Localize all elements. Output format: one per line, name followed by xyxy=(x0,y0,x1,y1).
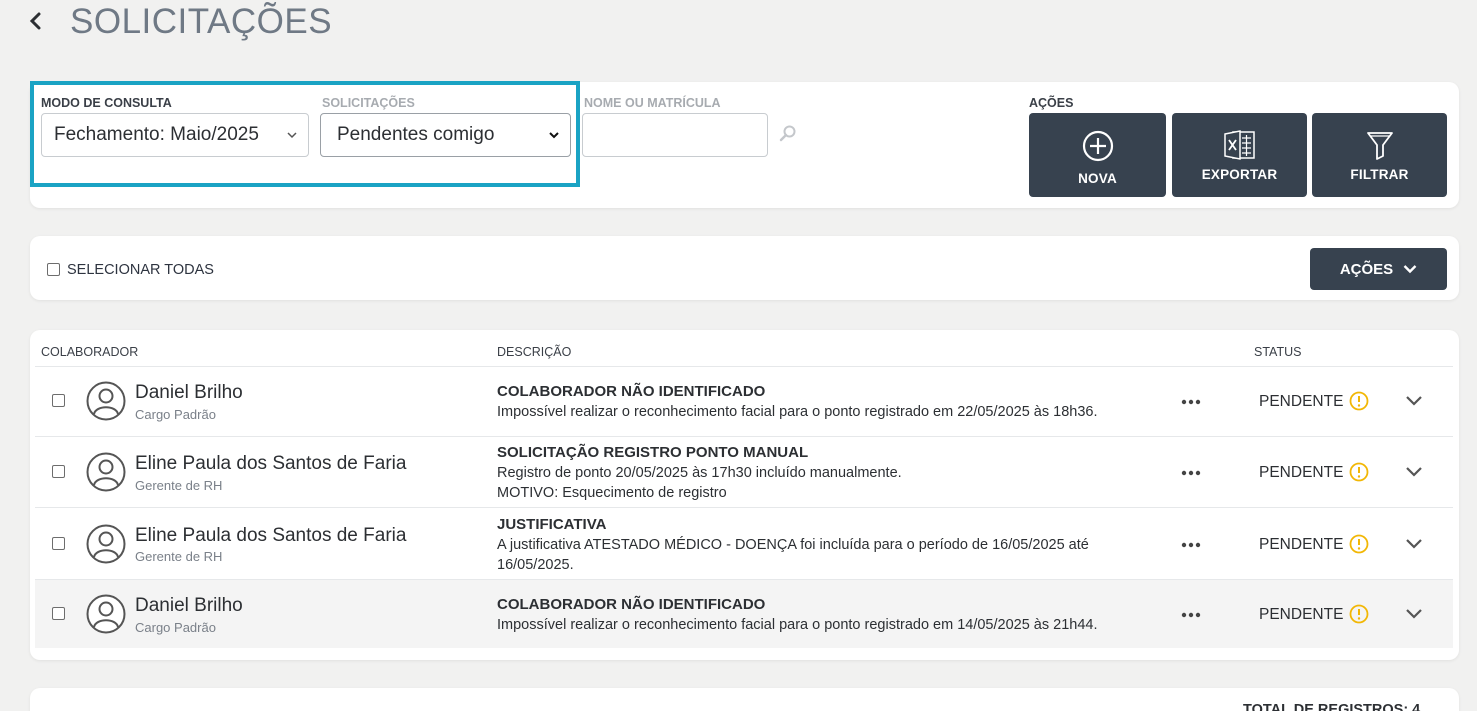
requests-select[interactable]: Pendentes comigo xyxy=(320,113,571,157)
actions-dropdown-label: AÇÕES xyxy=(1339,260,1394,278)
status-text: PENDENTE xyxy=(1259,536,1344,553)
requests-select-value: Pendentes comigo xyxy=(337,124,495,145)
request-description: A justificativa ATESTADO MÉDICO - DOENÇA… xyxy=(497,535,1147,575)
actions-label: AÇÕES xyxy=(1029,96,1074,110)
search-icon[interactable] xyxy=(779,124,797,142)
filter-button[interactable]: FILTRAR xyxy=(1312,113,1447,197)
request-title: SOLICITAÇÃO REGISTRO PONTO MANUAL xyxy=(497,444,809,461)
page-title: SOLICITAÇÕES xyxy=(70,2,333,41)
filter-button-label: FILTRAR xyxy=(1350,166,1409,182)
request-description: Impossível realizar o reconhecimento fac… xyxy=(497,402,1157,422)
employee-name: Eline Paula dos Santos de Faria xyxy=(135,525,407,546)
chevron-down-icon[interactable] xyxy=(1405,395,1423,407)
status-text: PENDENTE xyxy=(1259,464,1344,481)
warning-circle-icon xyxy=(1349,534,1369,554)
description-line: Impossível realizar o reconhecimento fac… xyxy=(497,404,1098,420)
chevron-down-icon[interactable] xyxy=(1405,538,1423,550)
request-description: Impossível realizar o reconhecimento fac… xyxy=(497,615,1157,635)
page-header: SOLICITAÇÕES xyxy=(0,0,1477,60)
mode-label: MODO DE CONSULTA xyxy=(41,96,172,110)
employee-role: Gerente de RH xyxy=(135,478,223,493)
table-row[interactable] xyxy=(35,579,1453,648)
employee-role: Cargo Padrão xyxy=(135,407,216,422)
column-header-status: STATUS xyxy=(1254,345,1302,359)
user-avatar-icon xyxy=(86,594,126,634)
column-header-employee: COLABORADOR xyxy=(41,345,139,359)
description-line: Registro de ponto 20/05/2025 às 17h30 in… xyxy=(497,465,902,481)
user-avatar-icon xyxy=(86,452,126,492)
warning-circle-icon xyxy=(1349,462,1369,482)
user-avatar-icon xyxy=(86,524,126,564)
more-horizontal-icon[interactable] xyxy=(1181,541,1201,549)
employee-name: Daniel Brilho xyxy=(135,595,243,616)
description-line: MOTIVO: Esquecimento de registro xyxy=(497,485,727,501)
export-button[interactable]: EXPORTAR xyxy=(1172,113,1307,197)
description-line: A justificativa ATESTADO MÉDICO - DOENÇA… xyxy=(497,537,1089,573)
warning-circle-icon xyxy=(1349,391,1369,411)
chevron-down-icon xyxy=(549,132,559,139)
select-all-card xyxy=(30,236,1459,300)
row-checkbox[interactable] xyxy=(52,394,65,407)
employee-role: Cargo Padrão xyxy=(135,620,216,635)
row-checkbox[interactable] xyxy=(52,537,65,550)
request-description: Registro de ponto 20/05/2025 às 17h30 in… xyxy=(497,463,1157,503)
total-records: TOTAL DE REGISTROS: 4 xyxy=(1243,702,1421,711)
actions-dropdown-button[interactable]: AÇÕES xyxy=(1310,248,1447,290)
excel-icon xyxy=(1223,129,1255,160)
name-input[interactable] xyxy=(582,113,768,157)
more-horizontal-icon[interactable] xyxy=(1181,611,1201,619)
select-all-checkbox[interactable] xyxy=(47,263,60,276)
status-text: PENDENTE xyxy=(1259,393,1344,410)
employee-name: Eline Paula dos Santos de Faria xyxy=(135,453,407,474)
request-title: COLABORADOR NÃO IDENTIFICADO xyxy=(497,383,766,400)
more-horizontal-icon[interactable] xyxy=(1181,398,1201,406)
employee-role: Gerente de RH xyxy=(135,549,223,564)
mode-select-value: Fechamento: Maio/2025 xyxy=(54,124,259,145)
plus-circle-icon xyxy=(1082,130,1113,161)
status-text: PENDENTE xyxy=(1259,606,1344,623)
request-title: JUSTIFICATIVA xyxy=(497,516,607,533)
user-avatar-icon xyxy=(86,381,126,421)
row-checkbox[interactable] xyxy=(52,607,65,620)
new-button[interactable]: NOVA xyxy=(1029,113,1166,197)
column-header-description: DESCRIÇÃO xyxy=(497,345,572,359)
export-button-label: EXPORTAR xyxy=(1201,166,1278,182)
chevron-down-icon[interactable] xyxy=(1405,608,1423,620)
select-all-label: SELECIONAR TODAS xyxy=(67,262,214,278)
name-label: NOME OU MATRÍCULA xyxy=(584,96,721,110)
chevron-left-icon xyxy=(29,12,41,30)
chevron-down-icon[interactable] xyxy=(1405,466,1423,478)
chevron-down-icon xyxy=(1403,265,1417,274)
new-button-label: NOVA xyxy=(1078,170,1117,186)
mode-select[interactable]: Fechamento: Maio/2025 xyxy=(41,113,309,157)
row-checkbox[interactable] xyxy=(52,465,65,478)
description-line: Impossível realizar o reconhecimento fac… xyxy=(497,617,1098,633)
request-title: COLABORADOR NÃO IDENTIFICADO xyxy=(497,596,766,613)
table-row[interactable] xyxy=(35,366,1453,436)
back-button[interactable] xyxy=(26,10,46,32)
chevron-down-icon xyxy=(287,132,297,139)
employee-name: Daniel Brilho xyxy=(135,382,243,403)
funnel-icon xyxy=(1366,131,1393,160)
more-horizontal-icon[interactable] xyxy=(1181,469,1201,477)
warning-circle-icon xyxy=(1349,604,1369,624)
requests-label: SOLICITAÇÕES xyxy=(322,96,415,110)
